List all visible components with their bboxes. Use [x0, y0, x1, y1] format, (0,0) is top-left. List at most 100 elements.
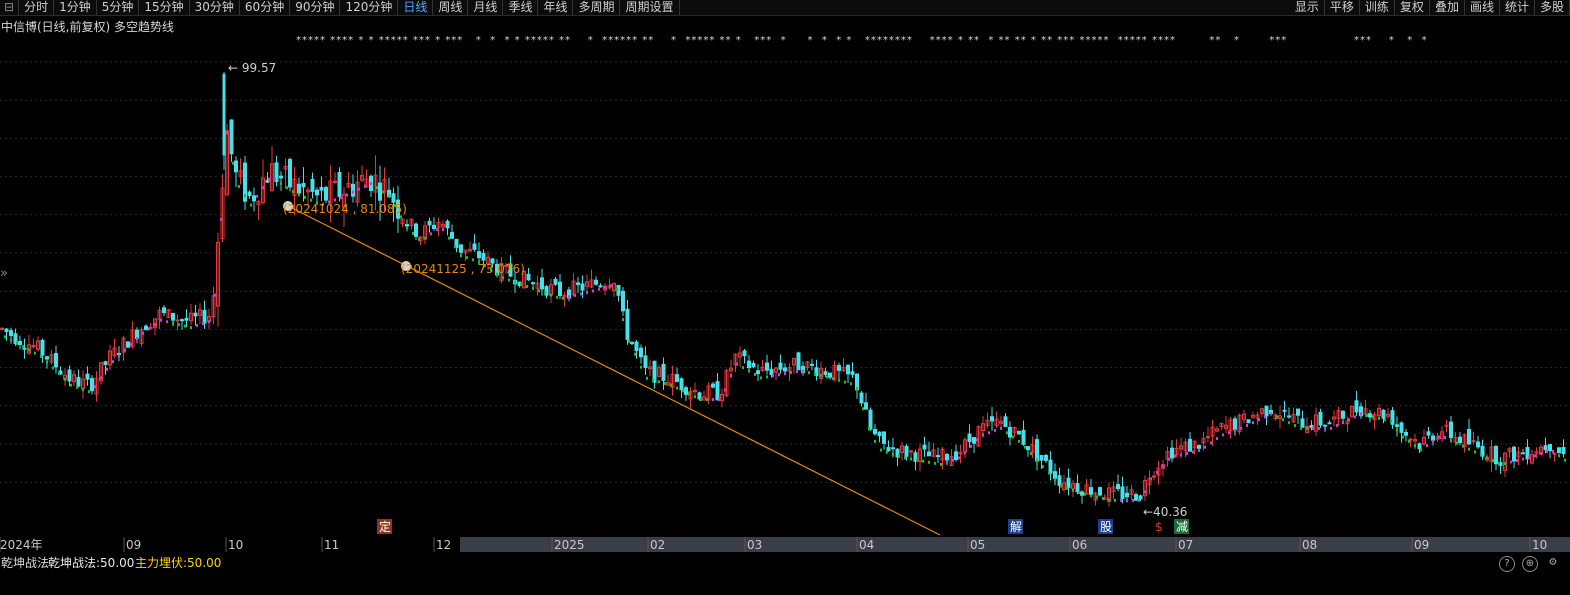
trend-dot: [532, 287, 534, 291]
candle-body: [1080, 491, 1084, 496]
candle-body: [810, 363, 814, 366]
zoom-icon[interactable]: ⊕: [1522, 556, 1538, 572]
candle-body: [1323, 424, 1327, 427]
trend-dot: [1060, 484, 1062, 488]
indicator-value-2: 主力埋伏:50.00: [135, 556, 222, 570]
trend-dot: [1414, 444, 1416, 448]
settings-icon[interactable]: ⚙: [1546, 556, 1560, 570]
trend-dot: [742, 366, 744, 370]
candle-body: [886, 447, 891, 451]
trend-dot: [466, 256, 468, 260]
candle-body: [1098, 487, 1102, 496]
candle-body: [1296, 408, 1300, 416]
trend-dot: [586, 290, 588, 294]
candle-body: [927, 451, 931, 457]
trend-dot: [1144, 490, 1146, 494]
trend-dot: [802, 369, 804, 373]
trend-dot: [46, 360, 48, 364]
trend-dot: [88, 390, 90, 394]
trend-dot: [940, 462, 942, 466]
trend-dot: [1012, 435, 1014, 439]
candle-body: [1003, 416, 1008, 427]
trend-dot: [40, 354, 42, 358]
trend-dot: [1516, 459, 1518, 463]
trend-dot: [1318, 426, 1320, 430]
candle-body: [1035, 439, 1039, 462]
trend-dot: [580, 292, 582, 296]
candle-body: [90, 378, 94, 392]
trend-dot: [202, 322, 204, 326]
candlestick-chart[interactable]: ***** **** * * ***** *** * *** * * * * *…: [0, 0, 1570, 553]
trend-dot: [1510, 460, 1512, 464]
indicator-name[interactable]: 乾坤战法: [1, 553, 49, 573]
candle-body: [576, 282, 580, 286]
trend-dot: [436, 228, 438, 232]
trend-dot: [1534, 454, 1536, 458]
trend-dot: [628, 339, 630, 343]
x-tick-label: 02: [650, 538, 665, 552]
time-scroll-bar: [460, 537, 1570, 552]
candle-body: [54, 353, 58, 368]
trend-dot: [58, 372, 60, 376]
candle-body: [310, 178, 315, 192]
trend-dot: [826, 375, 828, 379]
trend-dot: [916, 458, 918, 462]
trend-dot: [520, 282, 522, 286]
help-icon[interactable]: ?: [1499, 556, 1515, 572]
trend-dot: [76, 385, 78, 389]
candle-body: [1300, 418, 1305, 428]
candle-body: [1399, 422, 1404, 433]
candle-body: [634, 341, 639, 352]
trend-dot: [646, 376, 648, 380]
trend-dot: [1228, 431, 1230, 435]
trend-dot: [1264, 415, 1266, 419]
trend-dot: [430, 232, 432, 236]
trend-dot: [964, 451, 966, 455]
trend-dot: [1174, 454, 1176, 458]
signal-star-row: ***** **** * * ***** *** * *** * * * * *…: [296, 35, 1428, 46]
trend-dot: [700, 398, 702, 402]
candle-body: [144, 325, 148, 331]
trend-dot: [538, 289, 540, 293]
trend-dot: [766, 375, 768, 379]
trend-dot: [382, 190, 384, 194]
trend-dot: [1360, 412, 1362, 416]
candle-body: [553, 278, 558, 285]
trend-dot: [514, 280, 516, 284]
trend-dot: [622, 318, 624, 322]
trend-dot: [1258, 418, 1260, 422]
candle-body: [247, 191, 252, 197]
trend-dot: [1102, 497, 1104, 501]
trend-dot: [268, 177, 270, 181]
candle-body: [639, 347, 643, 358]
trend-dot: [34, 351, 36, 355]
candle-body: [598, 285, 603, 288]
trend-dot: [694, 395, 696, 399]
trend-dot: [370, 181, 372, 185]
trend-dot: [910, 457, 912, 461]
candle-body: [301, 183, 306, 188]
candle-body: [625, 308, 630, 340]
trend-dot: [1402, 435, 1404, 439]
trend-dot: [1198, 449, 1200, 453]
trend-dot: [1108, 498, 1110, 502]
trend-dot: [544, 291, 546, 295]
trend-dot: [1222, 433, 1224, 437]
candle-body: [297, 183, 301, 194]
candle-body: [837, 365, 841, 371]
trend-dot: [1564, 458, 1566, 462]
candle-body: [873, 428, 877, 435]
trend-dot: [1456, 441, 1458, 445]
trend-dot: [898, 455, 900, 459]
candle-body: [850, 371, 855, 375]
trend-dot: [772, 374, 774, 378]
candle-body: [175, 319, 180, 322]
trend-dot: [712, 398, 714, 402]
candle-body: [1008, 426, 1012, 438]
trend-dot: [754, 373, 756, 377]
trend-dot: [982, 433, 984, 437]
trend-dot: [226, 131, 228, 135]
trend-dot: [1018, 439, 1020, 443]
trend-dot: [706, 398, 708, 402]
trend-dot: [1492, 459, 1494, 463]
